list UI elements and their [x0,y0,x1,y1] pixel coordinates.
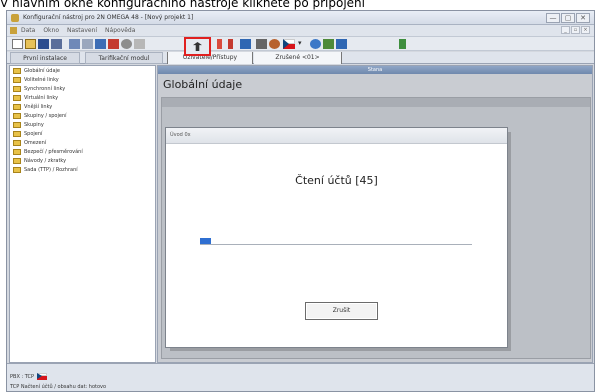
folder-icon [13,94,21,101]
folder-icon [13,148,21,155]
minimize-button[interactable]: — [546,13,560,23]
user-icon[interactable] [269,39,280,49]
config-icon[interactable] [69,39,80,49]
close-button[interactable]: ✕ [576,13,590,23]
child-window-controls: _ ▫ × [561,26,590,34]
maximize-button[interactable]: ▢ [561,13,575,23]
progress-bar-fill [200,238,211,244]
folder-icon [13,157,21,164]
tree-icon[interactable] [256,39,267,49]
tree-item[interactable]: Synchronní linky [10,84,155,93]
document-icon [10,27,17,34]
module-tabs: První instalace Tarifikační modul Uživat… [7,52,594,64]
status-connection-text: PBX : TCP [10,373,35,380]
title-bar: Konfigurační nástroj pro 2N OMEGA 48 - [… [7,11,594,25]
navigation-tree: Globální údaje Volitelné linky Synchronn… [9,65,156,363]
tree-item[interactable]: Vnější linky [10,102,155,111]
new-file-icon[interactable] [12,39,23,49]
instruction-caption: V hlavním okně konfiguračního nástroje k… [0,0,365,10]
background-window-title [162,98,590,107]
menu-help[interactable]: Nápověda [105,27,135,34]
download-icon[interactable] [134,39,145,49]
folder-icon [13,112,21,119]
tree-item[interactable]: Omezení [10,138,155,147]
content-header: Stana [158,66,592,74]
tab-cancelled[interactable]: Zrušené <01> [254,52,342,64]
czech-flag-icon [37,373,48,380]
alert-icon[interactable] [228,39,233,49]
tree-item[interactable]: Skupiny / spojení [10,111,155,120]
cancel-button[interactable]: Zrušit [305,302,378,320]
tree-item[interactable]: Bezpečí / přesměrování [10,147,155,156]
properties-icon[interactable] [82,39,93,49]
status-bar: PBX : TCP TCP Načtení účtů / obsahu dat:… [7,363,594,391]
menu-settings[interactable]: Nastavení [67,27,97,34]
tool-red-icon[interactable] [108,39,119,49]
status-connection: PBX : TCP [10,373,48,380]
tree-item[interactable]: Spojení [10,129,155,138]
folder-icon [13,139,21,146]
czech-flag-icon[interactable] [283,39,295,49]
tree-item[interactable]: Virtuální linky [10,93,155,102]
progress-bar [200,238,472,245]
gear-icon[interactable] [121,39,132,49]
folder-icon [13,85,21,92]
dialog-title: Úvod 0x [170,132,191,138]
toolbar: ▾ [7,36,594,56]
edit-icon[interactable] [95,39,106,49]
folder-icon [13,76,21,83]
window-title: Konfigurační nástroj pro 2N OMEGA 48 - [… [23,14,194,21]
tab-first-install[interactable]: První instalace [10,52,80,64]
save-icon[interactable] [38,39,49,49]
menu-window[interactable]: Okno [43,27,59,34]
tree-item[interactable]: Návody / zkratky [10,156,155,165]
folder-icon [13,130,21,137]
open-folder-icon[interactable] [25,39,36,49]
sync-from-pbx-icon [193,42,202,51]
menu-data[interactable]: Data [21,27,35,34]
menu-bar: Data Okno Nastavení Nápověda _ ▫ × [7,25,594,36]
tab-billing[interactable]: Tarifikační modul [85,52,163,64]
tree-item[interactable]: Skupiny [10,120,155,129]
key-icon[interactable] [399,39,406,49]
dialog-message: Čtení účtů [45] [295,174,378,187]
child-minimize-button[interactable]: _ [561,26,570,34]
folder-icon [13,121,21,128]
language-dropdown-caret[interactable]: ▾ [298,39,304,49]
id-card-icon[interactable] [240,39,251,49]
child-close-button[interactable]: × [581,26,590,34]
help-icon[interactable] [310,39,321,49]
folder-icon [13,67,21,74]
tree-item[interactable]: Sada (TTP) / Rozhraní [10,165,155,174]
print-icon[interactable] [51,39,62,49]
sync-from-pbx-button[interactable] [184,37,211,56]
exclamation-icon[interactable] [217,39,222,49]
dialog-title-bar: Úvod 0x [166,128,507,144]
child-restore-button[interactable]: ▫ [571,26,580,34]
app-icon [11,14,19,22]
folder-icon [13,103,21,110]
folder-icon [13,166,21,173]
tree-item[interactable]: Volitelné linky [10,75,155,84]
tree-item[interactable]: Globální údaje [10,66,155,75]
page-title: Globální údaje [163,78,243,91]
manual-icon[interactable] [336,39,347,49]
status-message: TCP Načtení účtů / obsahu dat: hotovo [10,384,107,390]
info-icon[interactable] [323,39,334,49]
app-window: Konfigurační nástroj pro 2N OMEGA 48 - [… [6,10,595,392]
progress-dialog: Úvod 0x Čtení účtů [45] Zrušit [165,127,508,348]
window-controls: — ▢ ✕ [546,13,590,23]
